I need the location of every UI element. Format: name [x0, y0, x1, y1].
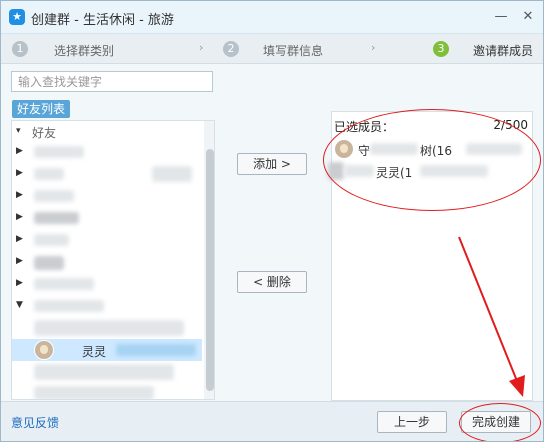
chevron-down-icon: ▼	[16, 300, 23, 310]
blurred-text	[34, 168, 64, 180]
scrollbar[interactable]	[204, 121, 214, 399]
tree-group-expanded[interactable]: ▼	[12, 295, 202, 317]
tree-group[interactable]: ▾ 好友	[12, 121, 202, 143]
blurred-text	[34, 278, 94, 290]
previous-step-button[interactable]: 上一步	[377, 411, 447, 433]
step-3-label: 邀请群成员	[473, 44, 534, 58]
create-group-window: ★ 创建群 - 生活休闲 - 旅游 — ✕ 1 选择群类别 › 2 填写群信息 …	[0, 0, 544, 442]
blurred-text	[34, 190, 74, 202]
tree-group[interactable]: ▶	[12, 273, 202, 295]
blurred-text	[34, 256, 64, 270]
minimize-button[interactable]: —	[490, 7, 512, 27]
step-arrow-icon: ›	[371, 41, 376, 54]
blurred-text	[34, 320, 184, 336]
window-title: 创建群 - 生活休闲 - 旅游	[31, 13, 174, 28]
add-button[interactable]: 添加 >	[237, 153, 307, 175]
tree-group[interactable]: ▶	[12, 141, 202, 163]
step-2-number: 2	[223, 41, 239, 57]
qq-star-icon: ★	[9, 9, 25, 25]
blurred-text	[34, 386, 154, 399]
blurred-text	[34, 146, 84, 158]
search-input[interactable]	[11, 71, 213, 92]
blurred-text	[34, 364, 174, 380]
chevron-right-icon: ▶	[16, 190, 23, 200]
tree-group[interactable]: ▶	[12, 207, 202, 229]
tree-group[interactable]: ▶	[12, 251, 202, 273]
tree-group[interactable]: ▶	[12, 185, 202, 207]
blurred-text	[34, 300, 104, 312]
step-arrow-icon: ›	[199, 41, 204, 54]
blurred-text	[34, 234, 69, 246]
chevron-right-icon: ▶	[16, 146, 23, 156]
chevron-right-icon: ▶	[16, 234, 23, 244]
tree-group[interactable]: ▶	[12, 163, 202, 185]
tab-friend-list[interactable]: 好友列表	[12, 100, 71, 118]
blurred-text	[152, 166, 192, 182]
close-button[interactable]: ✕	[517, 7, 539, 27]
tree-group[interactable]: ▶	[12, 229, 202, 251]
friend-name: 灵灵	[82, 345, 107, 359]
friend-item-selected[interactable]: 灵灵	[12, 339, 202, 361]
annotation-ellipse	[459, 403, 541, 441]
list-item[interactable]	[12, 383, 202, 399]
chevron-right-icon: ▶	[16, 212, 23, 222]
tree-group-label: 好友	[32, 126, 57, 140]
wizard-steps: 1 选择群类别 › 2 填写群信息 › 3 邀请群成员	[1, 34, 543, 64]
chevron-right-icon: ▶	[16, 256, 23, 266]
blurred-text	[116, 344, 196, 356]
step-1-number: 1	[12, 41, 28, 57]
blurred-text	[34, 212, 79, 224]
chevron-right-icon: ▶	[16, 278, 23, 288]
annotation-ellipse	[323, 109, 541, 211]
step-2-label: 填写群信息	[263, 44, 324, 58]
list-item[interactable]	[12, 361, 202, 383]
avatar	[34, 340, 54, 360]
chevron-right-icon: ▶	[16, 168, 23, 178]
remove-button[interactable]: < 删除	[237, 271, 307, 293]
chevron-down-icon: ▾	[16, 126, 21, 136]
scroll-thumb[interactable]	[206, 149, 214, 391]
friend-tree: ▾ 好友 ▶ ▶ ▶ ▶ ▶ ▶ ▶ ▼ 灵灵	[11, 120, 215, 400]
step-3-number: 3	[433, 41, 449, 57]
title-bar: ★ 创建群 - 生活休闲 - 旅游 — ✕	[1, 1, 543, 34]
step-1-label: 选择群类别	[54, 44, 115, 58]
feedback-link[interactable]: 意见反馈	[11, 414, 59, 431]
list-item[interactable]	[12, 317, 202, 339]
